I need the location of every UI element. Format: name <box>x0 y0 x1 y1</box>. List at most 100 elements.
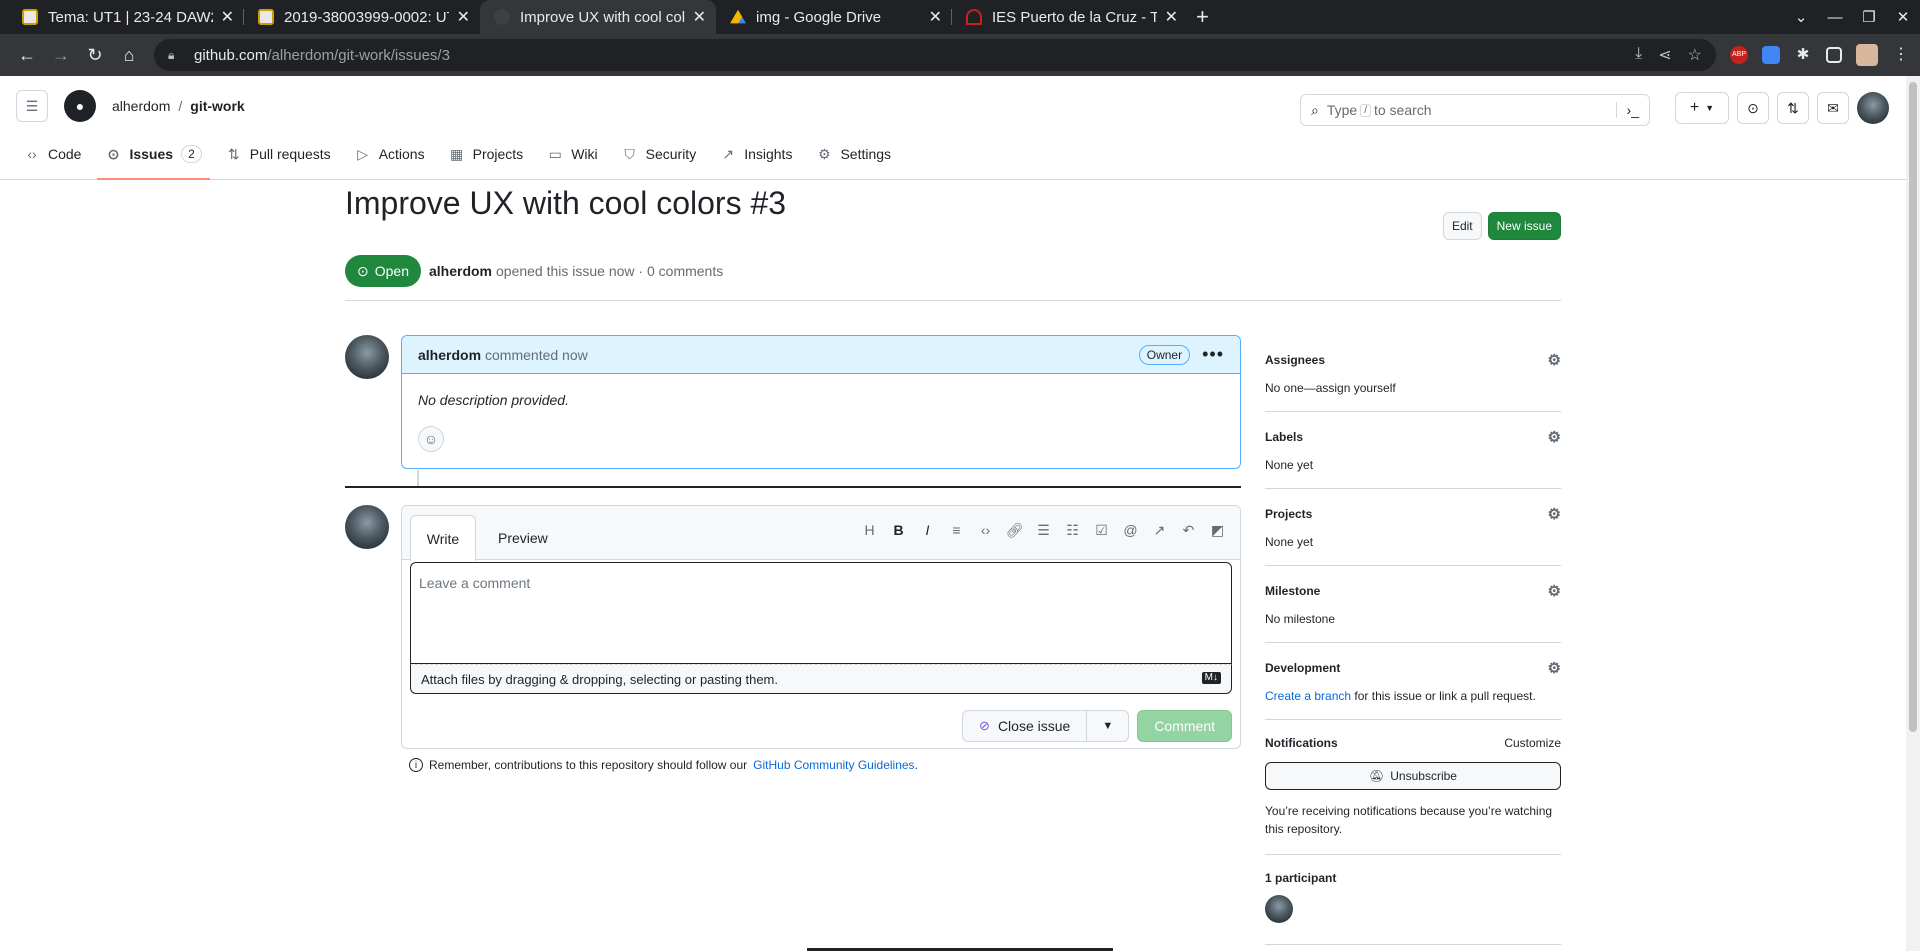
puzzle-icon[interactable]: ✱ <box>1794 46 1812 64</box>
community-guidelines-link[interactable]: GitHub Community Guidelines <box>753 758 914 772</box>
comment-button[interactable]: Comment <box>1137 710 1232 742</box>
gear-icon[interactable]: ⚙ <box>1548 428 1561 446</box>
search-input[interactable]: ⌕ Type / to search ›_ <box>1300 94 1650 126</box>
cloud-extension-icon[interactable] <box>1762 46 1780 64</box>
close-issue-options-icon[interactable]: ▼ <box>1087 710 1130 742</box>
task-list-icon[interactable]: ☑ <box>1087 522 1116 539</box>
site-info-icon[interactable]: 🔒︎ <box>168 48 182 63</box>
tab-insights[interactable]: ↗ Insights <box>712 136 800 172</box>
tab-close-icon[interactable]: ✕ <box>929 7 942 27</box>
tab-close-icon[interactable]: ✕ <box>457 7 470 27</box>
markdown-icon[interactable]: M↓ <box>1201 672 1221 684</box>
repo-owner-link[interactable]: alherdom <box>112 98 170 114</box>
bold-icon[interactable]: B <box>884 522 913 539</box>
pull-request-icon: ⇅ <box>227 145 240 162</box>
issue-author-link[interactable]: alherdom <box>429 263 492 279</box>
italic-icon[interactable]: I <box>913 522 942 539</box>
comment-author-link[interactable]: alherdom <box>418 347 481 363</box>
tab-close-icon[interactable]: ✕ <box>1165 7 1178 27</box>
bulleted-list-icon[interactable]: ☰ <box>1029 522 1058 539</box>
shield-icon: ⛉ <box>624 145 635 162</box>
tab-close-icon[interactable]: ✕ <box>693 7 706 27</box>
quote-icon[interactable]: ≡ <box>942 522 971 539</box>
comment-textarea[interactable]: Leave a comment <box>410 562 1232 664</box>
browser-tab[interactable]: 2019-38003999-0002: UT1 ✕ <box>244 0 480 34</box>
owner-badge: Owner <box>1138 344 1191 365</box>
attach-files-area[interactable]: Attach files by dragging & dropping, sel… <box>410 664 1232 694</box>
notifications-section: Notifications Customize 🔕︎ Unsubscribe You… <box>1265 720 1561 855</box>
back-icon[interactable]: ← <box>10 45 44 66</box>
new-issue-button[interactable]: New issue <box>1487 212 1561 240</box>
address-bar[interactable]: 🔒︎ github.com/alherdom/git-work/issues/3… <box>154 39 1716 71</box>
cross-reference-icon[interactable]: ↗ <box>1145 522 1174 539</box>
browser-tab[interactable]: img - Google Drive ✕ <box>716 0 952 34</box>
kebab-menu-icon[interactable]: ••• <box>1202 344 1224 365</box>
gear-icon[interactable]: ⚙ <box>1548 505 1561 523</box>
tab-security[interactable]: ⛉ Security <box>614 136 705 172</box>
maximize-icon[interactable]: ❐ <box>1852 8 1886 26</box>
graph-icon: ↗ <box>722 145 735 162</box>
heading-icon[interactable]: H <box>855 522 884 539</box>
comment-header: alherdom commented now Owner ••• <box>402 336 1240 374</box>
edit-button[interactable]: Edit <box>1442 212 1482 240</box>
participant-avatar[interactable] <box>1265 895 1293 923</box>
create-new-button[interactable]: + ▼ <box>1675 92 1729 124</box>
browser-tab[interactable]: IES Puerto de la Cruz - Tele ✕ <box>952 0 1188 34</box>
url-path: /alherdom/git-work/issues/3 <box>267 46 450 64</box>
inbox-icon[interactable]: ✉ <box>1817 92 1849 124</box>
tab-settings[interactable]: ⚙ Settings <box>808 136 899 172</box>
tab-pull-requests[interactable]: ⇅ Pull requests <box>218 136 339 172</box>
assign-yourself-link[interactable]: No one—assign yourself <box>1265 381 1561 395</box>
hamburger-menu-icon[interactable]: ☰ <box>16 90 48 122</box>
gear-icon[interactable]: ⚙ <box>1548 582 1561 600</box>
tab-write[interactable]: Write <box>410 515 476 561</box>
github-logo-icon[interactable]: ● <box>64 90 96 122</box>
create-branch-link[interactable]: Create a branch <box>1265 689 1351 703</box>
tab-actions[interactable]: ▷ Actions <box>347 136 433 172</box>
new-tab-icon[interactable]: + <box>1196 4 1209 30</box>
tab-code[interactable]: ‹› Code <box>16 136 89 172</box>
tab-title: Tema: UT1 | 23-24 DAW2 - <box>48 8 213 26</box>
tab-preview[interactable]: Preview <box>486 515 560 561</box>
browser-tab[interactable]: Tema: UT1 | 23-24 DAW2 - ✕ <box>8 0 244 34</box>
gear-icon[interactable]: ⚙ <box>1548 659 1561 677</box>
install-icon[interactable]: ⤓ <box>1635 45 1642 65</box>
customize-link[interactable]: Customize <box>1504 736 1561 750</box>
tab-search-icon[interactable]: ⌄ <box>1784 8 1818 26</box>
mention-icon[interactable]: @ <box>1116 522 1145 539</box>
browser-tab-active[interactable]: Improve UX with cool colors ✕ <box>480 0 716 34</box>
gear-icon[interactable]: ⚙ <box>1548 351 1561 369</box>
tab-wiki[interactable]: ▭ Wiki <box>539 136 605 172</box>
close-issue-button[interactable]: ⊘ Close issue <box>962 710 1088 742</box>
adblock-icon[interactable]: ABP <box>1730 46 1748 64</box>
menu-kebab-icon[interactable]: ⋮ <box>1892 46 1910 64</box>
command-palette-icon[interactable]: ›_ <box>1615 102 1639 118</box>
comment-author-avatar[interactable] <box>345 335 389 379</box>
page-scrollbar[interactable] <box>1906 76 1920 951</box>
tab-issues[interactable]: ⊙ Issues 2 <box>97 136 211 180</box>
unsubscribe-button[interactable]: 🔕︎ Unsubscribe <box>1265 762 1561 790</box>
tab-projects[interactable]: ▦ Projects <box>441 136 532 172</box>
issues-icon[interactable]: ⊙ <box>1737 92 1769 124</box>
slash-commands-icon[interactable]: ◩ <box>1203 522 1232 539</box>
link-icon[interactable]: 🔗︎ <box>1000 522 1029 539</box>
home-icon[interactable]: ⌂ <box>112 45 146 66</box>
info-icon: i <box>409 758 423 772</box>
pull-requests-icon[interactable]: ⇅ <box>1777 92 1809 124</box>
minimize-icon[interactable]: — <box>1818 9 1852 26</box>
forward-icon[interactable]: → <box>44 45 78 66</box>
bookmark-star-icon[interactable]: ☆ <box>1688 45 1702 65</box>
repo-name-link[interactable]: git-work <box>190 98 244 114</box>
close-window-icon[interactable]: ✕ <box>1886 8 1920 26</box>
reply-icon[interactable]: ↶ <box>1174 522 1203 539</box>
profile-avatar[interactable] <box>1856 44 1878 66</box>
share-icon[interactable]: ⋖ <box>1658 45 1671 65</box>
numbered-list-icon[interactable]: ☷ <box>1058 522 1087 539</box>
side-panel-icon[interactable] <box>1826 47 1842 63</box>
reload-icon[interactable]: ↻ <box>78 45 112 66</box>
tab-close-icon[interactable]: ✕ <box>221 7 234 27</box>
user-avatar[interactable] <box>1857 92 1889 124</box>
add-reaction-icon[interactable]: ☺ <box>418 426 444 452</box>
tab-title: IES Puerto de la Cruz - Tele <box>992 8 1157 26</box>
code-icon[interactable]: ‹› <box>971 522 1000 539</box>
